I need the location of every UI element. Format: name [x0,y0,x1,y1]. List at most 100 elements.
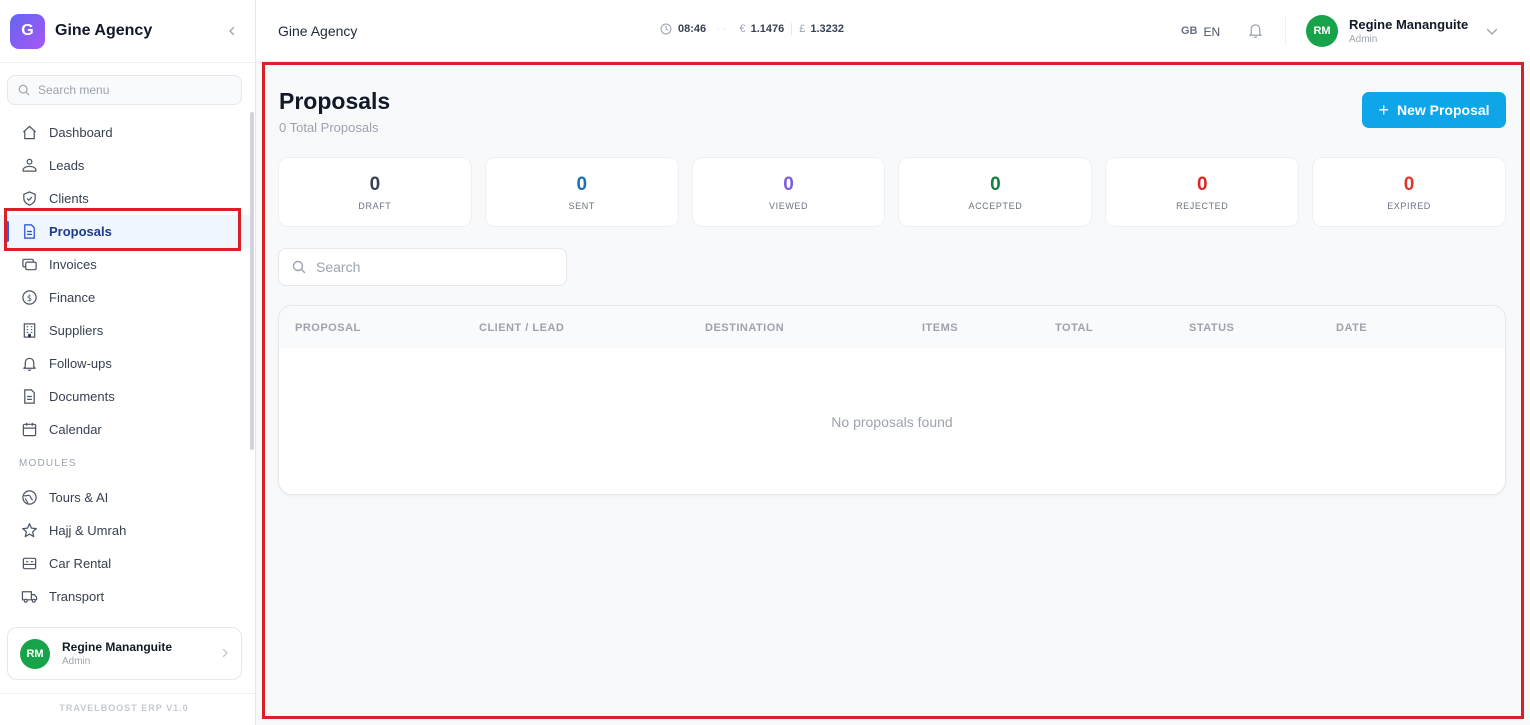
stat-card-accepted[interactable]: 0 ACCEPTED [898,157,1093,227]
column-header-proposal[interactable]: PROPOSAL [295,322,361,334]
page-title: Proposals [279,88,391,114]
sidebar-item-label: Follow-ups [49,356,112,371]
column-header-items[interactable]: ITEMS [922,322,958,334]
language-selector[interactable]: GB EN [1181,25,1220,39]
eur-rate: 1.1476 [750,23,785,35]
search-icon [18,84,30,96]
topbar-divider [1285,16,1286,46]
proposals-search-input[interactable]: Search [278,248,567,286]
document-icon [20,223,38,241]
user-name: Regine Mananguite [62,640,173,654]
brand-logo: G [10,13,45,49]
sidebar-user-card[interactable]: RM Regine Mananguite Admin [7,627,242,680]
empty-state-message: No proposals found [831,414,953,430]
stat-label: ACCEPTED [968,200,1023,211]
brand[interactable]: G Gine Agency [10,13,246,49]
bell-icon [20,355,38,373]
sidebar-footer-divider [0,693,255,694]
avatar: RM [1306,15,1338,47]
ticker-dots: ·· [716,23,730,35]
collapse-sidebar-button[interactable] [222,21,242,41]
stat-label: DRAFT [358,200,392,211]
sidebar-item-label: Hajj & Umrah [49,523,127,538]
sidebar-item-label: Documents [49,389,115,404]
stat-card-rejected[interactable]: 0 REJECTED [1105,157,1300,227]
user-name: Regine Mananguite [1349,17,1469,32]
stat-card-viewed[interactable]: 0 VIEWED [691,157,886,227]
language-code: EN [1203,25,1221,39]
home-icon [20,124,38,142]
topbar-title: Gine Agency [278,23,358,39]
main-content: Proposals 0 Total Proposals + New Propos… [256,62,1530,725]
column-header-total[interactable]: TOTAL [1055,322,1093,334]
user-role: Admin [1349,34,1378,45]
sidebar-item-invoices[interactable]: Invoices [0,248,250,281]
sidebar-item-hajj-umrah[interactable]: Hajj & Umrah [0,514,250,547]
sidebar-item-dashboard[interactable]: Dashboard [0,116,250,149]
top-bar: Gine Agency 08:46 ·· € 1.1476 £ 1.3232 G… [256,0,1530,62]
calendar-icon [20,421,38,439]
sidebar-item-label: Invoices [49,257,97,272]
sidebar-item-proposals[interactable]: Proposals [0,215,250,248]
stat-card-sent[interactable]: 0 SENT [484,157,679,227]
sidebar-item-label: Tours & AI [49,490,109,505]
column-header-status[interactable]: STATUS [1189,322,1234,334]
chevron-left-icon [229,26,235,36]
currency-ticker: 08:46 ·· € 1.1476 £ 1.3232 [660,23,844,35]
stat-card-expired[interactable]: 0 EXPIRED [1312,157,1506,227]
sidebar-item-finance[interactable]: $ Finance [0,281,250,314]
sidebar-search-input[interactable]: Search menu [7,75,242,105]
bell-icon [1249,24,1262,38]
sidebar-item-label: Dashboard [49,125,113,140]
sidebar-item-label: Clients [49,191,89,206]
search-icon [292,260,306,274]
stat-value: 0 [783,173,794,195]
stat-value: 0 [1403,173,1415,195]
sidebar-item-label: Car Rental [49,556,112,571]
new-proposal-label: New Proposal [1396,102,1490,118]
sidebar-search-placeholder: Search menu [38,83,110,97]
search-placeholder: Search [316,259,361,275]
user-role: Admin [62,656,91,667]
column-header-client-lead[interactable]: CLIENT / LEAD [479,322,564,334]
sidebar-item-follow-ups[interactable]: Follow-ups [0,347,250,380]
sidebar-item-car-rental[interactable]: Car Rental [0,547,250,580]
sidebar-item-calendar[interactable]: Calendar [0,413,250,446]
sidebar-item-clients[interactable]: Clients [0,182,250,215]
sidebar-nav: Dashboard Leads Clients Proposals Invoic… [0,116,250,613]
stat-label: REJECTED [1176,200,1229,211]
chevron-down-icon [1486,23,1498,41]
sidebar-item-label: Suppliers [49,323,104,338]
sidebar-item-leads[interactable]: Leads [0,149,250,182]
building-icon [20,322,38,340]
sidebar-item-transport[interactable]: Transport [0,580,250,613]
notifications-button[interactable] [1247,21,1264,45]
column-header-destination[interactable]: DESTINATION [705,322,784,334]
user-menu[interactable]: RM Regine Mananguite Admin [1306,15,1498,47]
gbp-rate: 1.3232 [810,23,845,35]
eur-symbol: € [739,23,746,35]
avatar: RM [20,638,50,669]
sidebar-item-tours-ai[interactable]: Tours & AI [0,481,250,514]
stat-label: SENT [568,200,595,211]
page-subtitle: 0 Total Proposals [279,120,379,135]
sidebar-item-label: Finance [49,290,96,305]
stat-value: 0 [990,173,1001,195]
column-header-date[interactable]: DATE [1336,322,1367,334]
stat-label: EXPIRED [1387,200,1431,211]
table-header: PROPOSAL CLIENT / LEAD DESTINATION ITEMS… [279,306,1505,348]
stat-card-draft[interactable]: 0 DRAFT [278,157,472,227]
file-icon [20,388,38,406]
brand-name: Gine Agency [55,22,153,39]
proposals-table: PROPOSAL CLIENT / LEAD DESTINATION ITEMS… [278,305,1506,495]
truck-icon [20,588,38,606]
star-icon [20,522,38,540]
stat-value: 0 [576,173,588,195]
app-version: TRAVELBOOST ERP V1.0 [59,703,189,713]
sidebar-item-label: Leads [49,158,85,173]
clock-icon [660,23,672,35]
sidebar-item-documents[interactable]: Documents [0,380,250,413]
sidebar-item-suppliers[interactable]: Suppliers [0,314,250,347]
new-proposal-button[interactable]: + New Proposal [1362,92,1506,128]
sidebar-scrollbar[interactable] [250,112,254,450]
